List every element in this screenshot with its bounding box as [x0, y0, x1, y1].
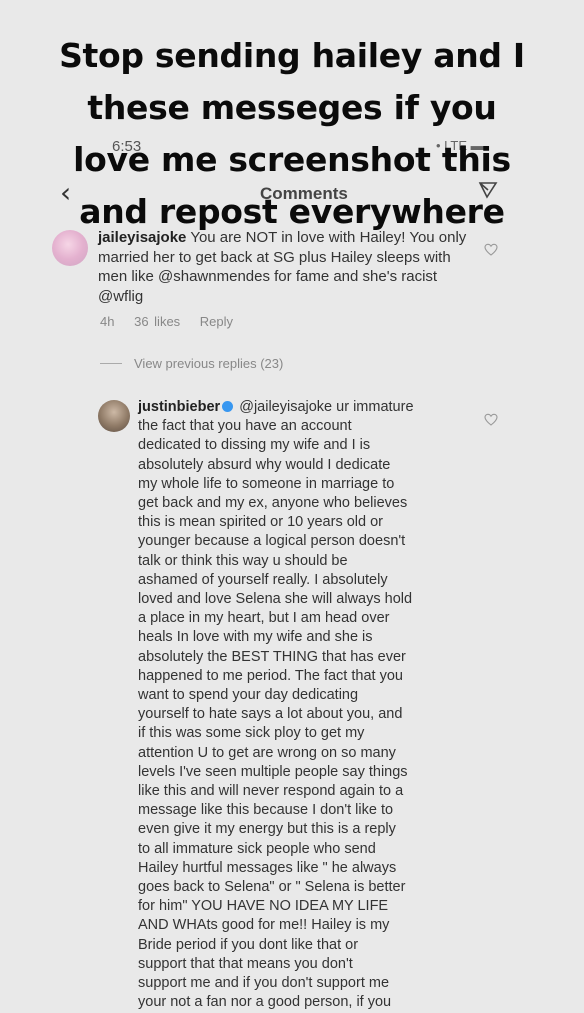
reply-line: loved and love Selena she will always ho…	[138, 591, 413, 608]
reply-line: support that that means you don't	[138, 955, 353, 972]
reply-mention[interactable]: @jaileyisajoke	[239, 399, 332, 415]
reply-line: goes back to Selena" or " Selena is bett…	[138, 879, 406, 896]
reply-line: ur immature	[336, 399, 414, 415]
reply-line: if this was some sick ploy to get my	[138, 725, 365, 742]
comment-meta: 4h 36 likes Reply	[100, 314, 247, 329]
reply-line: message like this because I don't like t…	[138, 802, 394, 819]
reply-line: Hailey hurtful messages like " he always	[138, 859, 397, 876]
reply-line: even give it my energy but this is a rep…	[138, 821, 396, 838]
reply-line: the fact that you have an account	[138, 418, 352, 435]
reply-line: want to spend your day dedicating	[138, 687, 359, 704]
reply-line: younger because a logical person doesn't	[138, 533, 406, 550]
reply-line: absolutely absurd why would I dedicate	[138, 456, 391, 473]
reply-line: ashamed of yourself really. I absolutely	[138, 571, 388, 588]
reply-line: your not a fan nor a good person, if you	[138, 994, 392, 1011]
reply-body: the fact that you have an account dedicat…	[138, 417, 498, 1012]
reply-line: dedicated to dissing my wife and I is	[138, 437, 371, 454]
heart-icon[interactable]	[484, 243, 498, 257]
reply-line: absolutely the BEST THING that has ever	[138, 648, 406, 665]
reply-line: my whole life to someone in marriage to	[138, 475, 395, 492]
headline-line: love me screenshot this	[73, 140, 511, 179]
avatar[interactable]	[98, 400, 130, 432]
reply-line: talk or think this way u should be	[138, 552, 348, 569]
headline-line: these messeges if you	[87, 88, 497, 127]
reply-line: levels I've seen multiple people say thi…	[138, 763, 408, 780]
comment-time: 4h	[100, 314, 115, 329]
reply-line: this is mean spirited or 10 years old or	[138, 514, 383, 531]
reply-username[interactable]: justinbieber	[138, 399, 220, 415]
comment-text: jaileyisajoke You are NOT in love with H…	[98, 228, 468, 306]
headline-line: Stop sending hailey and I	[59, 36, 525, 75]
view-replies-label[interactable]: View previous replies (23)	[134, 356, 283, 371]
reply-line: yourself to hate says a lot about you, a…	[138, 706, 403, 723]
headline-line: and repost everywhere	[79, 192, 505, 231]
reply-text: justinbieber @jaileyisajoke ur immature …	[138, 398, 498, 1013]
comment-likes[interactable]: 36 likes	[134, 314, 180, 329]
reply-line: to all immature sick people who send	[138, 840, 376, 857]
verified-badge-icon	[222, 400, 234, 412]
reply-line: attention U to get are wrong on so many	[138, 744, 396, 761]
reply-line: support me and if you don't support me	[138, 975, 390, 992]
reply-line: happened to me period. The fact that you	[138, 667, 403, 684]
reply-line: for him" YOU HAVE NO IDEA MY LIFE	[138, 898, 389, 915]
reply-line: Bride period if you dont like that or	[138, 936, 359, 953]
reply-line: AND WHAts good for me!! Hailey is my	[138, 917, 390, 934]
headline-overlay: Stop sending hailey and I these messeges…	[0, 30, 584, 238]
view-previous-replies[interactable]: View previous replies (23)	[100, 356, 283, 371]
heart-icon[interactable]	[484, 413, 498, 427]
reply-line: like this and will never respond again t…	[138, 783, 404, 800]
reply-button[interactable]: Reply	[200, 314, 233, 329]
reply-line: a place in my heart, but I am head over	[138, 610, 390, 627]
reply-line: heals In love with my wife and she is	[138, 629, 373, 646]
divider	[100, 363, 122, 364]
reply-line: get back and my ex, anyone who believes	[138, 495, 408, 512]
